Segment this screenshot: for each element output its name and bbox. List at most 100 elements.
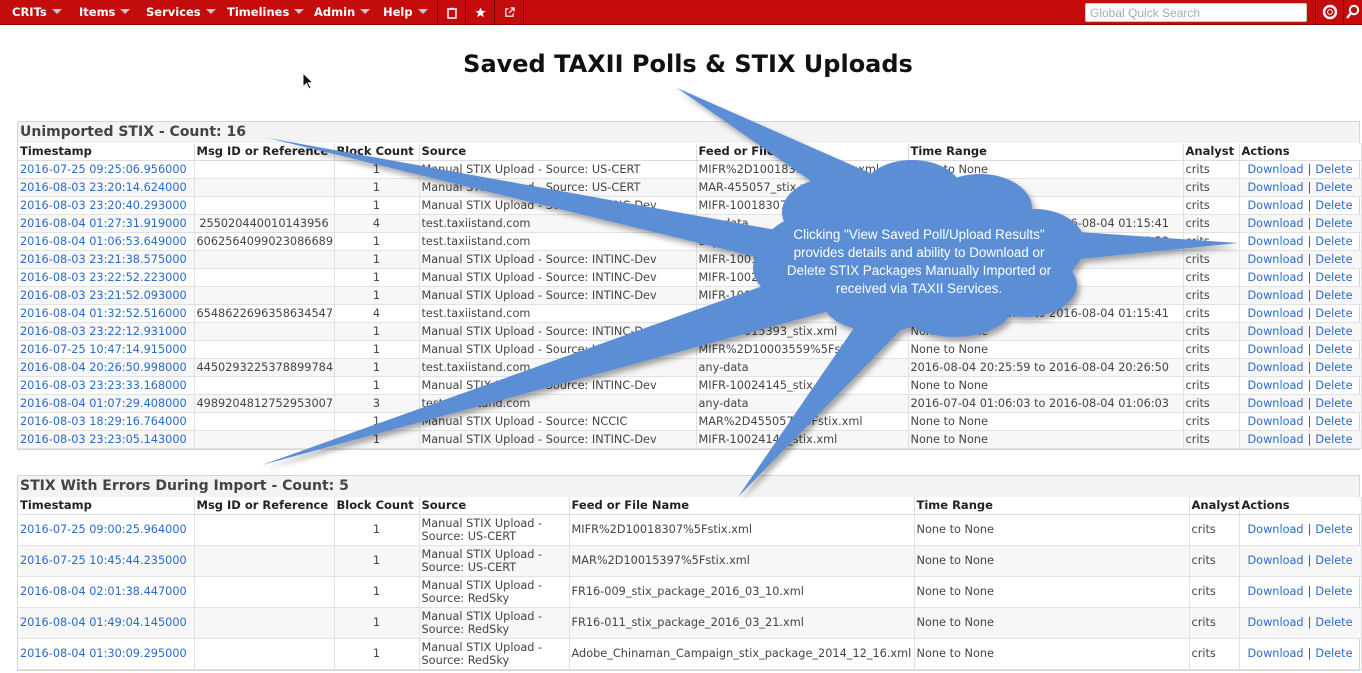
nav-search-button[interactable] <box>1343 0 1362 25</box>
timestamp-link[interactable]: 2016-08-04 01:06:53.649000 <box>20 235 187 248</box>
nav-menu-admin[interactable]: Admin <box>314 0 371 25</box>
nav-help-button[interactable] <box>1315 0 1343 25</box>
delete-link[interactable]: Delete <box>1315 199 1352 212</box>
msg-id-cell <box>194 514 335 546</box>
nav-menu-services[interactable]: Services <box>146 0 216 25</box>
timestamp-link[interactable]: 2016-08-04 01:32:52.516000 <box>20 307 187 320</box>
delete-link[interactable]: Delete <box>1315 217 1352 230</box>
global-search-input[interactable] <box>1085 3 1307 22</box>
timestamp-link[interactable]: 2016-08-03 23:22:12.931000 <box>20 325 187 338</box>
column-header-feed[interactable]: Feed or File Name <box>569 497 915 515</box>
delete-link[interactable]: Delete <box>1315 253 1352 266</box>
column-header-time-range[interactable]: Time Range <box>914 497 1190 515</box>
delete-link[interactable]: Delete <box>1315 325 1352 338</box>
column-header-analyst[interactable]: Analyst <box>1183 143 1240 161</box>
delete-link[interactable]: Delete <box>1315 585 1352 598</box>
download-link[interactable]: Download <box>1247 397 1303 410</box>
download-link[interactable]: Download <box>1247 343 1303 356</box>
download-link[interactable]: Download <box>1247 433 1303 446</box>
download-link[interactable]: Download <box>1247 253 1303 266</box>
column-header-timestamp[interactable]: Timestamp <box>18 143 195 161</box>
column-header-block-count[interactable]: Block Count <box>334 143 420 161</box>
timestamp-link[interactable]: 2016-07-25 09:25:06.956000 <box>20 163 187 176</box>
column-header-analyst[interactable]: Analyst <box>1189 497 1240 515</box>
timestamp-link[interactable]: 2016-08-04 02:01:38.447000 <box>20 585 187 598</box>
actions-cell: Download | Delete <box>1239 358 1362 377</box>
timestamp-link[interactable]: 2016-08-03 23:20:14.624000 <box>20 181 187 194</box>
nav-clipboard-button[interactable] <box>438 0 466 25</box>
table-row: 2016-08-03 23:23:33.168000 1 Manual STIX U… <box>18 376 1362 395</box>
column-header-source[interactable]: Source <box>419 143 697 161</box>
timestamp-link[interactable]: 2016-07-25 09:00:25.964000 <box>20 523 187 536</box>
nav-popout-button[interactable] <box>496 0 524 25</box>
time-range-cell: 2016-07-04 01:06:03 to 2016-08-04 01:06:… <box>908 394 1184 413</box>
download-link[interactable]: Download <box>1247 217 1303 230</box>
nav-menu-timelines[interactable]: Timelines <box>227 0 305 25</box>
download-link[interactable]: Download <box>1247 554 1303 567</box>
timestamp-link[interactable]: 2016-08-03 23:21:52.093000 <box>20 289 187 302</box>
column-header-source[interactable]: Source <box>419 497 570 515</box>
timestamp-link[interactable]: 2016-08-03 23:23:33.168000 <box>20 379 187 392</box>
delete-link[interactable]: Delete <box>1315 307 1352 320</box>
nav-menu-help[interactable]: Help <box>383 0 428 25</box>
timestamp-link[interactable]: 2016-08-04 01:27:31.919000 <box>20 217 187 230</box>
download-link[interactable]: Download <box>1247 616 1303 629</box>
delete-link[interactable]: Delete <box>1315 235 1352 248</box>
column-header-timestamp[interactable]: Timestamp <box>18 497 195 515</box>
download-link[interactable]: Download <box>1247 523 1303 536</box>
delete-link[interactable]: Delete <box>1315 343 1352 356</box>
delete-link[interactable]: Delete <box>1315 361 1352 374</box>
download-link[interactable]: Download <box>1247 307 1303 320</box>
column-header-msg-id[interactable]: Msg ID or Reference <box>194 497 335 515</box>
timestamp-cell: 2016-07-25 09:25:06.956000 <box>18 160 195 179</box>
timestamp-link[interactable]: 2016-08-04 01:30:09.295000 <box>20 647 187 660</box>
download-link[interactable]: Download <box>1247 325 1303 338</box>
download-link[interactable]: Download <box>1247 181 1303 194</box>
download-link[interactable]: Download <box>1247 235 1303 248</box>
download-link[interactable]: Download <box>1247 271 1303 284</box>
download-link[interactable]: Download <box>1247 361 1303 374</box>
nav-menu-items[interactable]: Items <box>79 0 131 25</box>
timestamp-link[interactable]: 2016-08-03 23:23:05.143000 <box>20 433 187 446</box>
timestamp-link[interactable]: 2016-08-04 01:49:04.145000 <box>20 616 187 629</box>
download-link[interactable]: Download <box>1247 379 1303 392</box>
feed-cell: MAR%2D455057%5Fstix.xml <box>696 412 909 431</box>
source-cell: test.taxiistand.com <box>419 304 697 323</box>
source-cell: Manual STIX Upload - Source: US-CERT <box>419 340 697 359</box>
delete-link[interactable]: Delete <box>1315 523 1352 536</box>
delete-link[interactable]: Delete <box>1315 271 1352 284</box>
delete-link[interactable]: Delete <box>1315 163 1352 176</box>
nav-favorites-button[interactable] <box>467 0 495 25</box>
column-header-msg-id[interactable]: Msg ID or Reference <box>194 143 335 161</box>
timestamp-link[interactable]: 2016-08-03 23:20:40.293000 <box>20 199 187 212</box>
timestamp-link[interactable]: 2016-07-25 10:45:44.235000 <box>20 554 187 567</box>
source-cell: Manual STIX Upload - Source: RedSky <box>419 607 570 639</box>
timestamp-link[interactable]: 2016-08-04 01:07:29.408000 <box>20 397 187 410</box>
timestamp-link[interactable]: 2016-08-03 18:29:16.764000 <box>20 415 187 428</box>
download-link[interactable]: Download <box>1247 199 1303 212</box>
download-link[interactable]: Download <box>1247 163 1303 176</box>
download-link[interactable]: Download <box>1247 647 1303 660</box>
analyst-cell: crits <box>1189 576 1240 608</box>
timestamp-link[interactable]: 2016-08-04 20:26:50.998000 <box>20 361 187 374</box>
column-header-block-count[interactable]: Block Count <box>334 497 420 515</box>
delete-link[interactable]: Delete <box>1315 379 1352 392</box>
delete-link[interactable]: Delete <box>1315 616 1352 629</box>
timestamp-link[interactable]: 2016-07-25 10:47:14.915000 <box>20 343 187 356</box>
table-row: 2016-08-03 23:22:52.223000 1 Manual STIX U… <box>18 268 1362 287</box>
nav-menu-crits[interactable]: CRITs <box>12 0 62 25</box>
download-link[interactable]: Download <box>1247 289 1303 302</box>
delete-link[interactable]: Delete <box>1315 415 1352 428</box>
delete-link[interactable]: Delete <box>1315 289 1352 302</box>
delete-link[interactable]: Delete <box>1315 554 1352 567</box>
delete-link[interactable]: Delete <box>1315 181 1352 194</box>
timestamp-link[interactable]: 2016-08-03 23:21:38.575000 <box>20 253 187 266</box>
timestamp-link[interactable]: 2016-08-03 23:22:52.223000 <box>20 271 187 284</box>
delete-link[interactable]: Delete <box>1315 397 1352 410</box>
column-header-feed[interactable]: Feed or File Name <box>696 143 909 161</box>
download-link[interactable]: Download <box>1247 585 1303 598</box>
column-header-time-range[interactable]: Time Range <box>908 143 1184 161</box>
delete-link[interactable]: Delete <box>1315 647 1352 660</box>
download-link[interactable]: Download <box>1247 415 1303 428</box>
delete-link[interactable]: Delete <box>1315 433 1352 446</box>
